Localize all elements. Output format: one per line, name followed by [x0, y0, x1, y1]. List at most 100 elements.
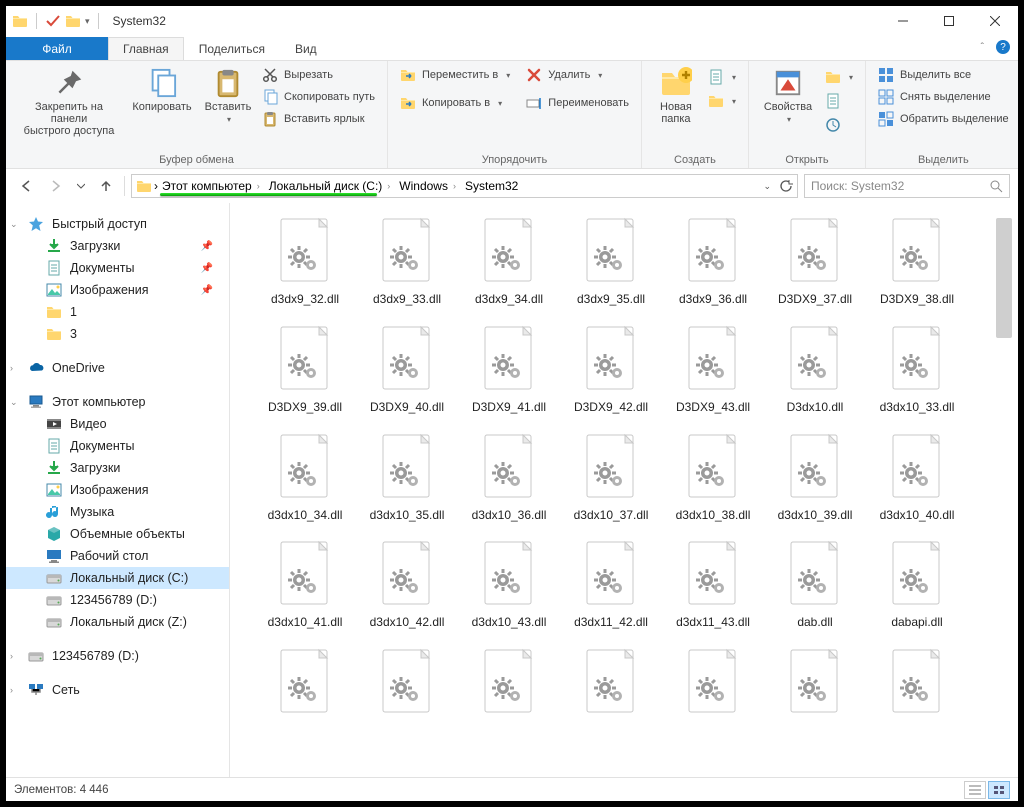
sidebar-pc-item[interactable]: Изображения — [6, 479, 229, 501]
sidebar-qa-item[interactable]: 3 — [6, 323, 229, 345]
file-item[interactable]: d3dx10_40.dll — [866, 433, 968, 523]
scrollbar[interactable] — [996, 218, 1012, 771]
move-to-button[interactable]: Переместить в▾ — [396, 65, 514, 85]
tab-file[interactable]: Файл — [6, 37, 108, 60]
file-item[interactable]: d3dx9_34.dll — [458, 217, 560, 307]
sidebar-qa-item[interactable]: Изображения 📌 — [6, 279, 229, 301]
sidebar-removable-drive[interactable]: ›123456789 (D:) — [6, 645, 229, 667]
sidebar-pc-item[interactable]: Локальный диск (Z:) — [6, 611, 229, 633]
sidebar-pc-item[interactable]: Музыка — [6, 501, 229, 523]
sidebar-qa-item[interactable]: Документы 📌 — [6, 257, 229, 279]
sidebar-network[interactable]: ›Сеть — [6, 679, 229, 701]
paste-shortcut-button[interactable]: Вставить ярлык — [258, 109, 379, 129]
file-item[interactable]: D3DX9_41.dll — [458, 325, 560, 415]
tab-view[interactable]: Вид — [280, 37, 332, 60]
history-button[interactable] — [821, 115, 857, 135]
copy-to-button[interactable]: Копировать в▾ — [396, 93, 514, 113]
file-item[interactable]: d3dx10_41.dll — [254, 540, 356, 630]
file-item[interactable] — [356, 648, 458, 724]
file-item[interactable]: dab.dll — [764, 540, 866, 630]
file-item[interactable] — [458, 648, 560, 724]
sidebar-qa-item[interactable]: 1 — [6, 301, 229, 323]
file-item[interactable]: D3DX9_38.dll — [866, 217, 968, 307]
sidebar-pc-item[interactable]: Загрузки — [6, 457, 229, 479]
file-item[interactable]: D3dx10.dll — [764, 325, 866, 415]
collapse-ribbon-button[interactable]: ˆ — [981, 42, 984, 53]
invert-selection-button[interactable]: Обратить выделение — [874, 109, 1013, 129]
file-item[interactable] — [254, 648, 356, 724]
file-item[interactable]: d3dx9_32.dll — [254, 217, 356, 307]
file-item[interactable] — [560, 648, 662, 724]
new-item-button[interactable]: ▾ — [704, 67, 740, 87]
file-item[interactable]: d3dx10_34.dll — [254, 433, 356, 523]
rename-button[interactable]: Переименовать — [522, 93, 633, 113]
tab-share[interactable]: Поделиться — [184, 37, 280, 60]
copy-button[interactable]: Копировать — [126, 65, 198, 115]
refresh-button[interactable] — [779, 179, 793, 193]
easy-access-button[interactable]: ▾ — [704, 91, 740, 111]
file-item[interactable]: d3dx10_33.dll — [866, 325, 968, 415]
up-button[interactable] — [94, 174, 118, 198]
file-item[interactable] — [662, 648, 764, 724]
sidebar-pc-item[interactable]: Видео — [6, 413, 229, 435]
close-button[interactable] — [972, 6, 1018, 36]
file-item[interactable]: d3dx10_39.dll — [764, 433, 866, 523]
cut-button[interactable]: Вырезать — [258, 65, 379, 85]
file-item[interactable]: d3dx10_35.dll — [356, 433, 458, 523]
help-button[interactable]: ? — [996, 40, 1010, 54]
address-bar[interactable]: › Этот компьютер› Локальный диск (C:)› W… — [131, 174, 798, 198]
new-folder-button[interactable]: Новая папка — [650, 65, 702, 127]
sidebar-pc-item[interactable]: 123456789 (D:) — [6, 589, 229, 611]
copy-path-button[interactable]: Скопировать путь — [258, 87, 379, 107]
file-item[interactable]: d3dx11_42.dll — [560, 540, 662, 630]
forward-button[interactable] — [44, 174, 68, 198]
file-item[interactable]: d3dx10_42.dll — [356, 540, 458, 630]
open-button[interactable]: ▾ — [821, 67, 857, 87]
file-item[interactable]: d3dx10_37.dll — [560, 433, 662, 523]
icons-view-button[interactable] — [988, 781, 1010, 799]
breadcrumb-item[interactable]: Локальный диск (C:)› — [267, 179, 396, 193]
file-item[interactable]: d3dx10_43.dll — [458, 540, 560, 630]
breadcrumb-item[interactable]: System32 — [463, 179, 520, 193]
qat-check-icon[interactable] — [45, 13, 61, 29]
edit-button[interactable] — [821, 91, 857, 111]
file-item[interactable]: dabapi.dll — [866, 540, 968, 630]
file-item[interactable]: D3DX9_43.dll — [662, 325, 764, 415]
back-button[interactable] — [14, 174, 38, 198]
minimize-button[interactable] — [880, 6, 926, 36]
navigation-pane[interactable]: ⌄Быстрый доступ Загрузки 📌 Документы 📌 И… — [6, 203, 230, 777]
file-item[interactable]: D3DX9_39.dll — [254, 325, 356, 415]
maximize-button[interactable] — [926, 6, 972, 36]
file-item[interactable]: d3dx9_33.dll — [356, 217, 458, 307]
file-item[interactable]: d3dx11_43.dll — [662, 540, 764, 630]
file-item[interactable]: d3dx10_36.dll — [458, 433, 560, 523]
select-none-button[interactable]: Снять выделение — [874, 87, 1013, 107]
qat-folder-icon[interactable] — [65, 13, 81, 29]
search-box[interactable]: Поиск: System32 — [804, 174, 1010, 198]
breadcrumb-item[interactable]: Этот компьютер› — [160, 179, 265, 193]
select-all-button[interactable]: Выделить все — [874, 65, 1013, 85]
file-list[interactable]: d3dx9_32.dll d3dx9_33.dll d3dx9_34.dll d… — [230, 203, 1018, 777]
file-item[interactable] — [866, 648, 968, 724]
breadcrumb-item[interactable]: Windows› — [397, 179, 461, 193]
recent-locations-button[interactable] — [74, 174, 88, 198]
paste-button[interactable]: Вставить ▾ — [200, 65, 256, 126]
sidebar-pc-item[interactable]: Объемные объекты — [6, 523, 229, 545]
file-item[interactable]: d3dx9_35.dll — [560, 217, 662, 307]
sidebar-pc-item[interactable]: Локальный диск (C:) — [6, 567, 229, 589]
pin-to-quick-access-button[interactable]: Закрепить на панели быстрого доступа — [14, 65, 124, 139]
sidebar-pc-item[interactable]: Документы — [6, 435, 229, 457]
file-item[interactable]: D3DX9_42.dll — [560, 325, 662, 415]
properties-button[interactable]: Свойства ▾ — [757, 65, 819, 126]
sidebar-onedrive[interactable]: ›OneDrive — [6, 357, 229, 379]
file-item[interactable] — [764, 648, 866, 724]
file-item[interactable]: D3DX9_37.dll — [764, 217, 866, 307]
tab-home[interactable]: Главная — [108, 37, 184, 60]
address-dropdown-button[interactable]: ⌄ — [763, 181, 771, 192]
file-item[interactable]: D3DX9_40.dll — [356, 325, 458, 415]
sidebar-quick-access[interactable]: ⌄Быстрый доступ — [6, 213, 229, 235]
sidebar-qa-item[interactable]: Загрузки 📌 — [6, 235, 229, 257]
sidebar-this-pc[interactable]: ⌄Этот компьютер — [6, 391, 229, 413]
delete-button[interactable]: Удалить▾ — [522, 65, 633, 85]
details-view-button[interactable] — [964, 781, 986, 799]
